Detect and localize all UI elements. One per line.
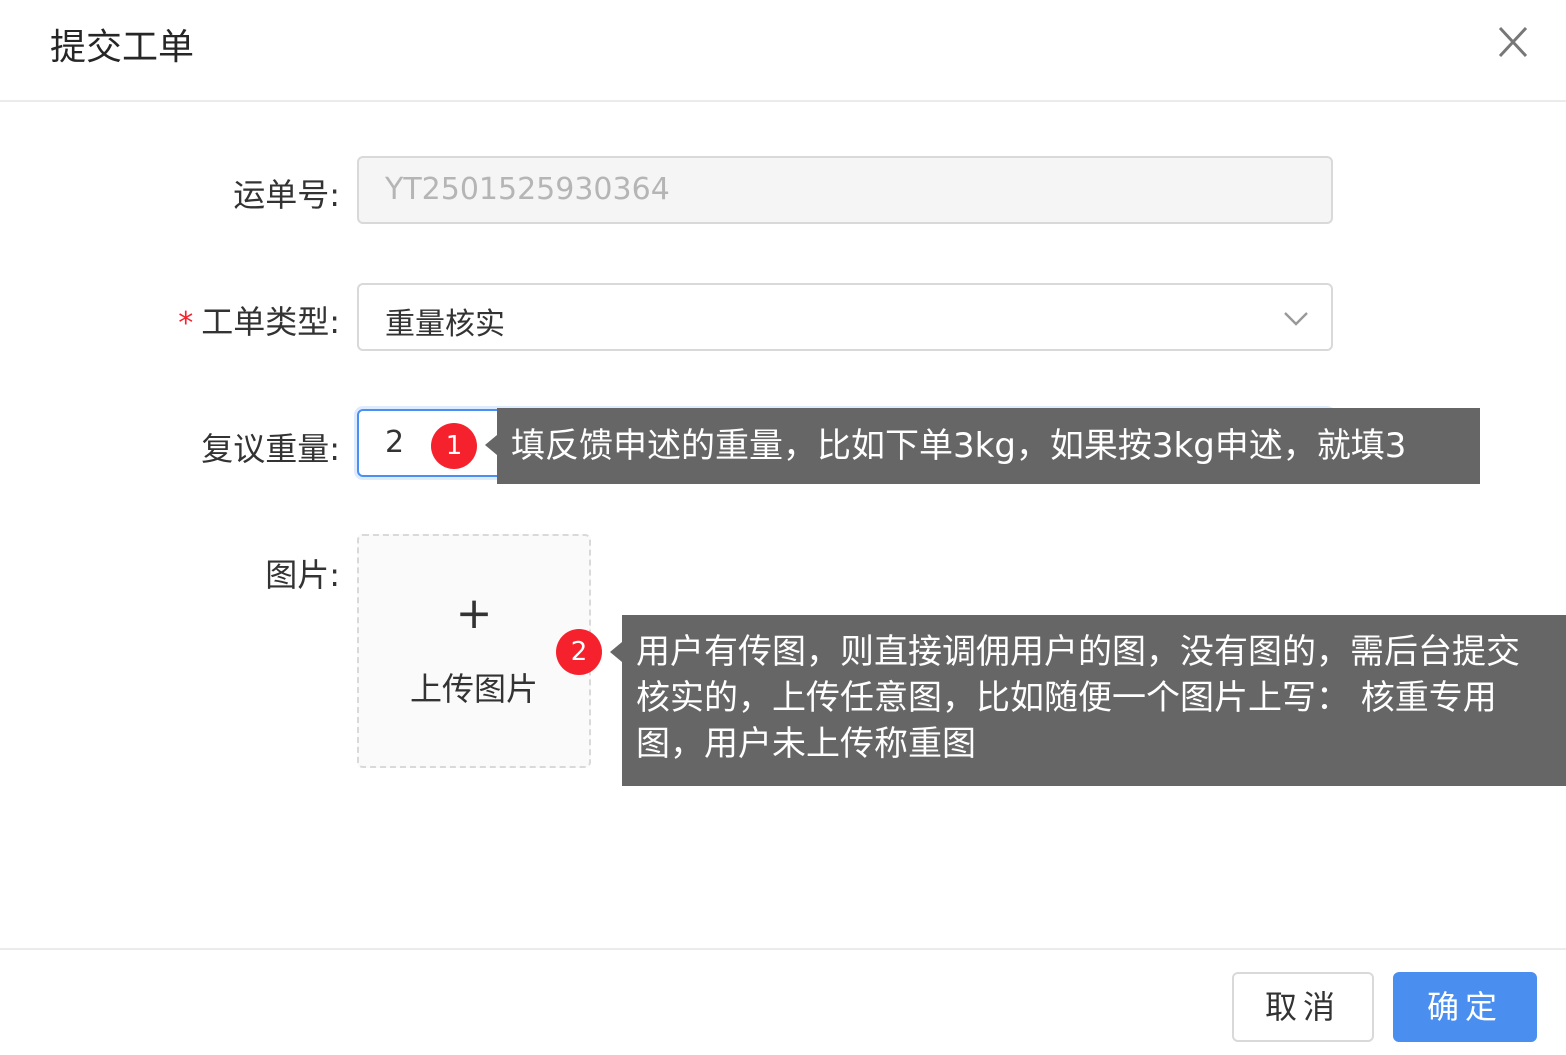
cancel-button[interactable]: 取消 bbox=[1232, 972, 1374, 1042]
annotation-badge-1: 1 bbox=[431, 423, 477, 469]
annotation-badge-2: 2 bbox=[556, 629, 602, 675]
ticket-type-label: * 工单类型: bbox=[0, 297, 340, 343]
review-weight-label: 复议重量: bbox=[201, 430, 340, 468]
chevron-down-icon bbox=[1283, 305, 1309, 331]
ticket-type-select[interactable]: 重量核实 bbox=[357, 283, 1333, 351]
waybill-label: 运单号: bbox=[233, 176, 340, 214]
dialog-header: 提交工单 bbox=[0, 0, 1566, 102]
waybill-value: YT2501525930364 bbox=[385, 172, 670, 207]
required-mark: * bbox=[178, 306, 194, 341]
annotation-text-1: 填反馈申述的重量，比如下单3kg，如果按3kg申述，就填3 bbox=[511, 426, 1407, 466]
waybill-input: YT2501525930364 bbox=[357, 156, 1333, 224]
review-weight-value: 2 bbox=[385, 425, 405, 460]
images-label: 图片: bbox=[265, 556, 340, 594]
dialog-title: 提交工单 bbox=[50, 27, 195, 68]
close-icon[interactable] bbox=[1490, 20, 1534, 64]
annotation-tooltip-2: 用户有传图，则直接调佣用户的图，没有图的，需后台提交核实的，上传任意图，比如随便… bbox=[610, 615, 1566, 786]
ticket-type-label-text: 工单类型: bbox=[201, 303, 340, 341]
ticket-type-value: 重量核实 bbox=[385, 307, 505, 342]
confirm-button[interactable]: 确定 bbox=[1393, 972, 1537, 1042]
annotation-text-2: 用户有传图，则直接调佣用户的图，没有图的，需后台提交核实的，上传任意图，比如随便… bbox=[636, 632, 1520, 764]
plus-icon: + bbox=[455, 588, 493, 639]
annotation-tooltip-1: 填反馈申述的重量，比如下单3kg，如果按3kg申述，就填3 bbox=[485, 408, 1480, 484]
footer-divider bbox=[0, 948, 1566, 950]
tooltip-arrow bbox=[485, 435, 497, 455]
upload-image-label: 上传图片 bbox=[409, 670, 538, 708]
tooltip-arrow bbox=[610, 642, 622, 662]
